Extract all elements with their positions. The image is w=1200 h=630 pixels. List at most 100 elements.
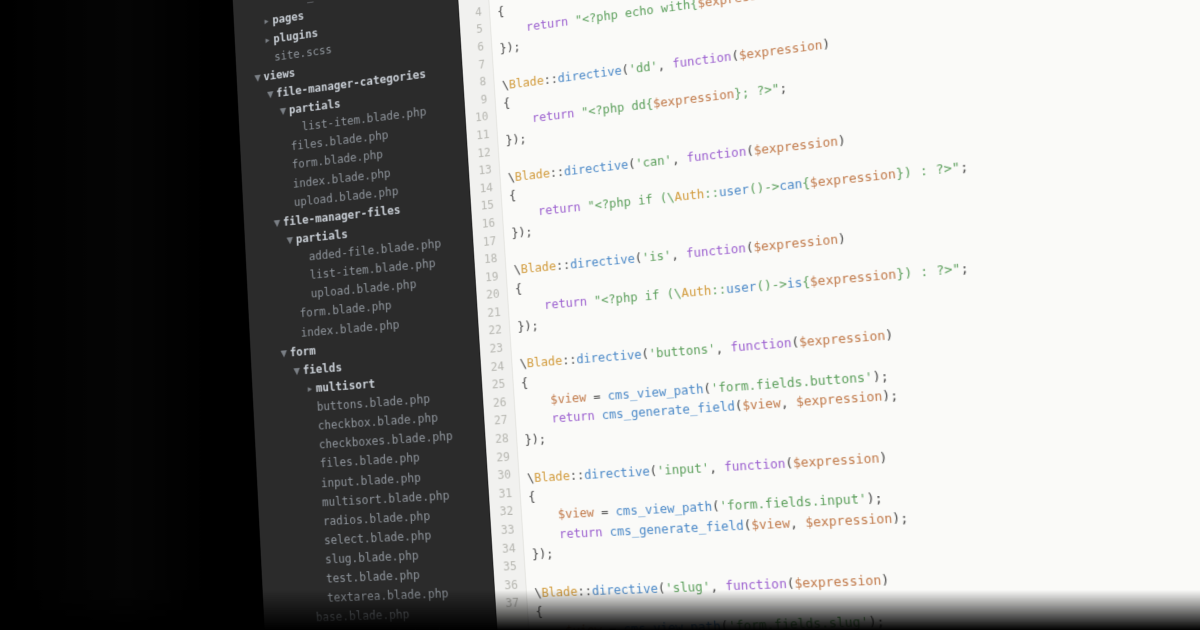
token: ) (837, 132, 846, 148)
token: { (521, 375, 529, 390)
line-number: 21 (477, 303, 503, 323)
code-area[interactable]: 1234567891011121314151617181920212223242… (455, 0, 1200, 630)
blank-icon (292, 127, 300, 128)
token: { (528, 489, 536, 504)
token: ); (872, 368, 889, 385)
token (516, 298, 545, 315)
blank-icon (300, 276, 309, 277)
token: :: (543, 71, 558, 87)
blank-icon (310, 464, 319, 465)
token: cms_generate_field (609, 517, 744, 539)
token: :: (569, 467, 584, 483)
token: { (509, 188, 517, 203)
token: ; (959, 159, 968, 175)
token: :: (711, 281, 727, 297)
token (498, 19, 526, 37)
token: :: (549, 164, 564, 180)
token: user (718, 182, 749, 200)
token: ); (866, 490, 883, 507)
token: $expression (794, 572, 882, 591)
blank-icon (301, 294, 310, 295)
line-number: 19 (475, 267, 501, 287)
token: }; ?>" (734, 81, 780, 101)
token: return (538, 199, 581, 218)
blank-icon (311, 483, 320, 484)
token: ) (837, 231, 846, 247)
token: }); (517, 317, 539, 333)
token: , (671, 150, 687, 166)
token: 'is' (642, 248, 672, 266)
editor-pane: main.js×blade-directives.php×gulpfile.js… (454, 0, 1200, 630)
blank-icon (291, 333, 300, 334)
blank-icon (281, 147, 289, 148)
file-tree[interactable]: _tabs.scss_toggle.scss_vuejs.scss▸pages▸… (231, 0, 503, 630)
token: = (586, 388, 609, 404)
chevron-down-icon[interactable]: ▼ (266, 85, 275, 103)
line-number: 34 (492, 539, 518, 558)
bezel (0, 590, 1200, 630)
token: $view (550, 390, 587, 407)
token: }); (499, 38, 521, 55)
token: \ (496, 0, 504, 1)
token: directive (584, 463, 651, 482)
token: return (526, 13, 569, 33)
token: ()-> (748, 178, 779, 196)
token: $view (751, 515, 791, 532)
blank-icon (290, 314, 299, 315)
chevron-down-icon[interactable]: ▼ (278, 102, 287, 120)
token: 'input' (656, 459, 709, 477)
token: $expression (792, 449, 880, 469)
token: function (686, 241, 747, 262)
chevron-down-icon[interactable]: ▼ (253, 69, 262, 86)
chevron-down-icon[interactable]: ▼ (279, 344, 288, 362)
token: user (726, 279, 757, 297)
token (523, 411, 552, 428)
tree-label: form (289, 342, 316, 361)
blank-icon (284, 202, 292, 203)
token: :: (562, 352, 577, 368)
chevron-right-icon[interactable]: ▸ (305, 380, 315, 398)
token: }); (532, 546, 554, 562)
token: ) (822, 36, 831, 52)
chevron-down-icon[interactable]: ▼ (292, 362, 301, 380)
blank-icon (308, 426, 317, 427)
token: function (686, 143, 747, 164)
token: ) (881, 571, 890, 587)
token: Auth (681, 283, 712, 301)
token: Blade (514, 165, 550, 183)
line-number: 22 (478, 321, 504, 341)
token: $view (557, 505, 594, 522)
line-number: 28 (485, 429, 511, 449)
chevron-down-icon[interactable]: ▼ (272, 214, 281, 232)
token: ; (779, 80, 788, 96)
token: cms_view_path (615, 499, 712, 519)
token: ()-> (756, 276, 788, 294)
blank-icon (283, 184, 291, 185)
token: 'dd' (628, 58, 658, 76)
token: Blade (526, 353, 562, 370)
token: , (671, 246, 687, 262)
token: , (709, 459, 725, 475)
token: :: (704, 185, 720, 201)
token: }) : ?>" (895, 159, 960, 181)
token: , (657, 56, 673, 72)
token: }); (505, 130, 527, 147)
token: ; (960, 260, 969, 276)
token: return (551, 408, 595, 426)
line-number: 33 (491, 521, 517, 541)
chevron-right-icon[interactable]: ▸ (262, 13, 271, 31)
chevron-down-icon[interactable]: ▼ (285, 231, 294, 249)
line-number: 24 (481, 357, 507, 377)
token: $expression (795, 388, 882, 409)
token: can (779, 176, 803, 193)
token: ) (879, 449, 888, 465)
token: 'buttons' (648, 341, 716, 361)
token: { (515, 281, 523, 296)
line-number: 26 (483, 393, 509, 413)
chevron-right-icon[interactable]: ▸ (263, 31, 272, 49)
code-lines[interactable]: <?php \Blade::directive('datetime', func… (486, 0, 1200, 630)
token: $view (742, 395, 781, 413)
token: ) (885, 327, 894, 343)
blank-icon (309, 445, 318, 446)
scene: _tabs.scss_toggle.scss_vuejs.scss▸pages▸… (0, 0, 1200, 630)
